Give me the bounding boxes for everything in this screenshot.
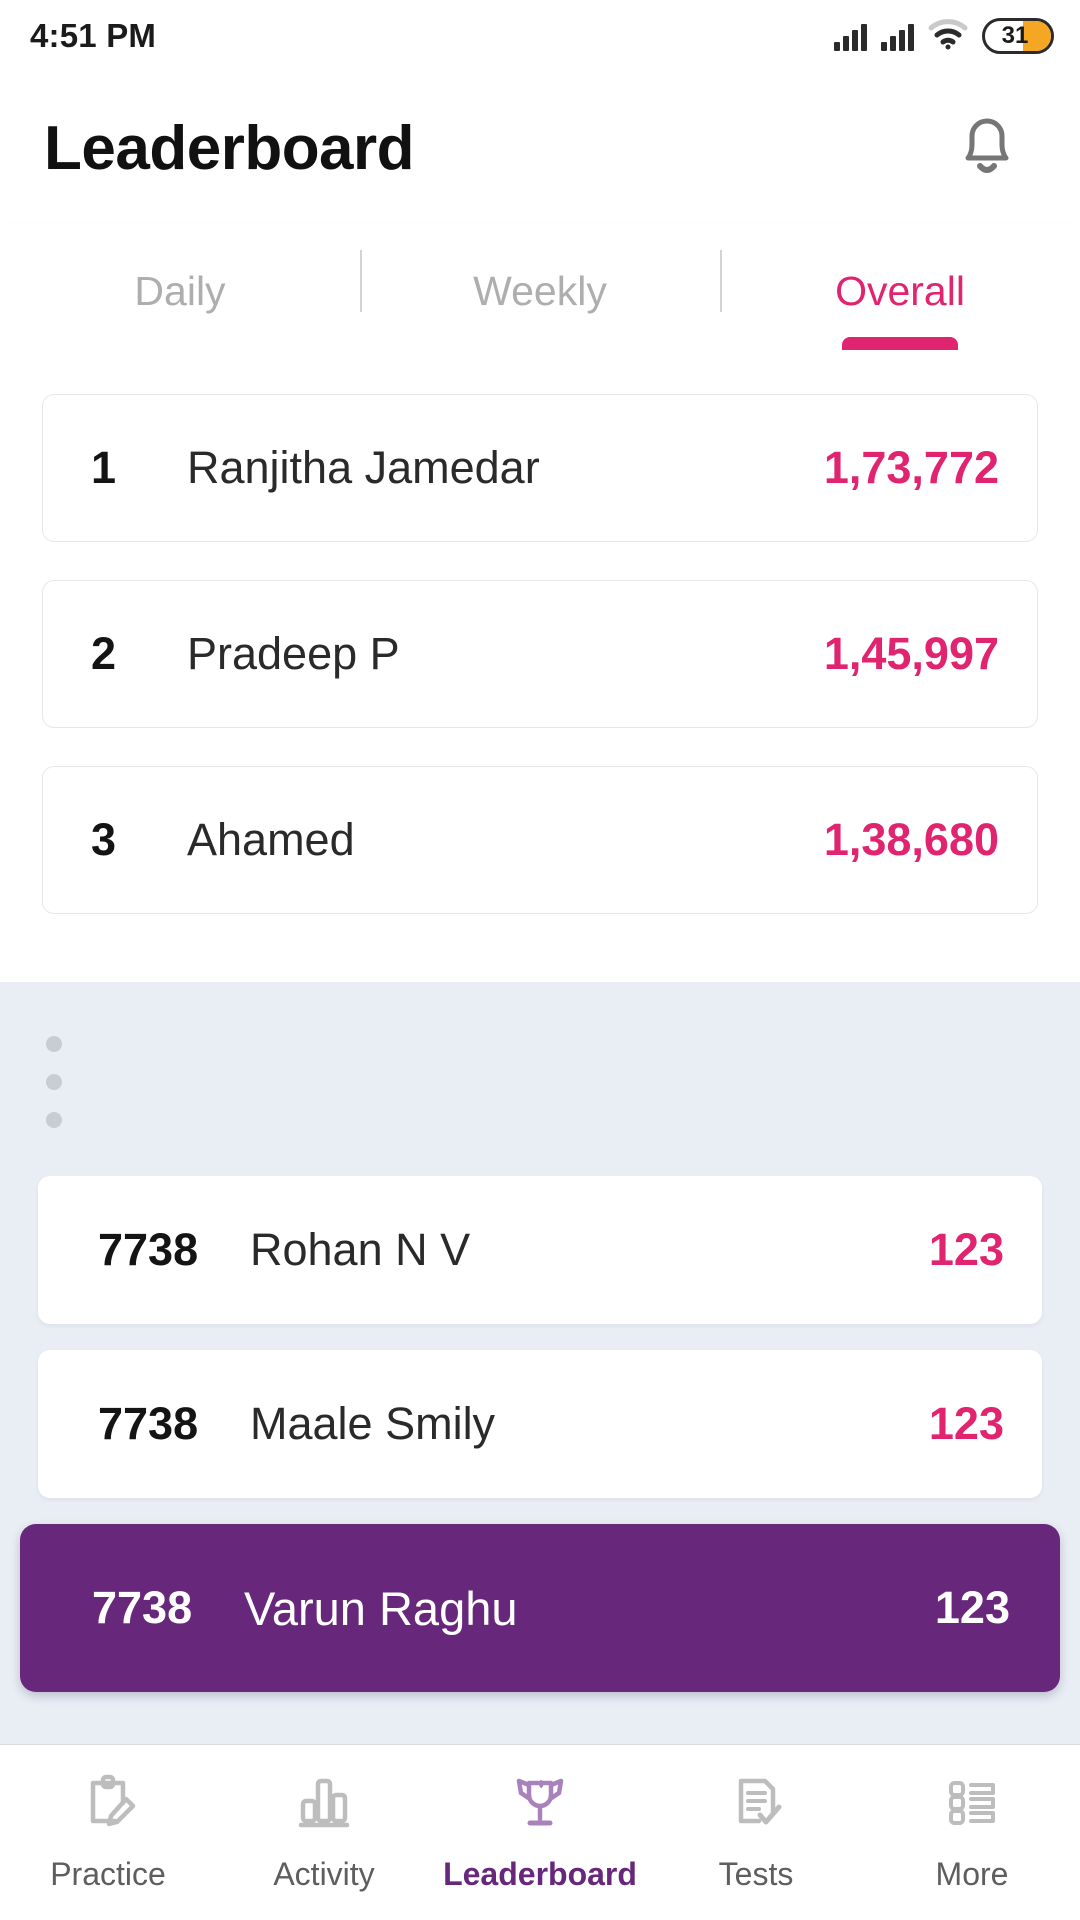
rank-value: 7738 [98, 1398, 199, 1449]
status-bar: 4:51 PM 31 [0, 0, 1080, 72]
bottom-navigation: Practice Activity Leaderboard Tests More [0, 1744, 1080, 1920]
player-name: Maale Smily [250, 1398, 496, 1449]
table-row[interactable]: 7738 Maale Smily 123 [38, 1350, 1042, 1498]
document-check-icon [727, 1772, 785, 1834]
leaderboard-screen: 4:51 PM 31 Leaderboard Daily Weekly Over… [0, 0, 1080, 1920]
score-value: 1,73,772 [823, 442, 999, 493]
score-value: 123 [928, 1398, 1004, 1449]
current-user-row[interactable]: 7738 Varun Raghu 123 [20, 1524, 1060, 1692]
table-row[interactable]: 7738 Rohan N V 123 [38, 1176, 1042, 1324]
nav-item-leaderboard[interactable]: Leaderboard [432, 1745, 648, 1920]
player-name: Rohan N V [250, 1224, 471, 1275]
wifi-icon [928, 18, 968, 55]
tab-label: Daily [134, 268, 226, 314]
tab-weekly[interactable]: Weekly [360, 224, 720, 350]
notification-button[interactable] [944, 105, 1030, 191]
top-ranks-panel: 1 Ranjitha Jamedar 1,73,772 2 Pradeep P … [0, 350, 1080, 982]
player-name: Ranjitha Jamedar [187, 442, 540, 493]
nearby-ranks-panel: 7738 Rohan N V 123 7738 Maale Smily 123 … [0, 982, 1080, 1744]
page-title: Leaderboard [44, 113, 415, 183]
table-row[interactable]: 2 Pradeep P 1,45,997 [42, 580, 1038, 728]
tab-overall[interactable]: Overall [720, 224, 1080, 350]
rank-value: 7738 [92, 1582, 193, 1633]
nav-label: Practice [50, 1856, 166, 1892]
ellipsis-indicator [38, 982, 1042, 1176]
player-name: Pradeep P [187, 628, 400, 679]
active-tab-indicator [842, 337, 958, 350]
score-value: 1,45,997 [823, 628, 999, 679]
rank-value: 7738 [98, 1224, 199, 1275]
nav-item-practice[interactable]: Practice [0, 1745, 216, 1920]
clipboard-pencil-icon [79, 1772, 137, 1834]
tab-label: Weekly [473, 268, 607, 314]
battery-level: 31 [1001, 22, 1029, 49]
status-indicators: 31 [834, 18, 1054, 55]
app-header: Leaderboard [0, 72, 1080, 224]
nav-label: Leaderboard [443, 1856, 637, 1892]
score-value: 1,38,680 [823, 814, 999, 865]
table-row[interactable]: 1 Ranjitha Jamedar 1,73,772 [42, 394, 1038, 542]
player-name: Varun Raghu [244, 1581, 518, 1635]
nav-item-tests[interactable]: Tests [648, 1745, 864, 1920]
nav-label: Activity [273, 1856, 375, 1892]
nav-label: Tests [718, 1856, 794, 1892]
tab-label: Overall [835, 268, 965, 314]
signal-bars-icon [881, 21, 914, 51]
player-name: Ahamed [187, 814, 355, 865]
signal-bars-icon [834, 21, 867, 51]
rank-value: 3 [91, 814, 117, 865]
rank-value: 1 [91, 442, 117, 493]
bar-chart-icon [295, 1772, 353, 1834]
bell-icon [952, 108, 1022, 189]
trophy-icon [511, 1772, 569, 1834]
rank-value: 2 [91, 628, 117, 679]
tab-daily[interactable]: Daily [0, 224, 360, 350]
bottom-spacer [38, 1692, 1042, 1744]
score-value: 123 [928, 1224, 1004, 1275]
score-value: 123 [934, 1582, 1010, 1633]
list-icon [943, 1772, 1001, 1834]
table-row[interactable]: 3 Ahamed 1,38,680 [42, 766, 1038, 914]
battery-icon: 31 [982, 18, 1054, 54]
nav-item-more[interactable]: More [864, 1745, 1080, 1920]
leaderboard-tabs: Daily Weekly Overall [0, 224, 1080, 350]
status-time: 4:51 PM [30, 17, 157, 54]
nav-label: More [935, 1856, 1009, 1892]
nav-item-activity[interactable]: Activity [216, 1745, 432, 1920]
